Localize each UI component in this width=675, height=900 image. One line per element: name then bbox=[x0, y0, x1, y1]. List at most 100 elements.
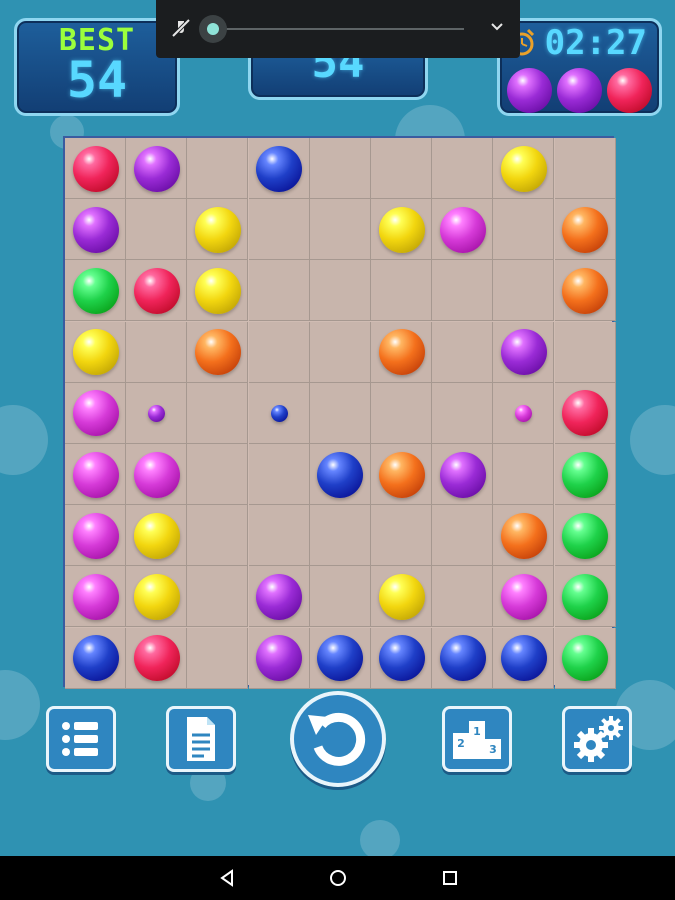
ball[interactable] bbox=[500, 145, 547, 192]
board-cell[interactable] bbox=[309, 444, 371, 505]
ball[interactable] bbox=[194, 206, 241, 253]
rules-button[interactable] bbox=[166, 706, 236, 772]
game-board[interactable] bbox=[63, 136, 616, 689]
board-cell[interactable] bbox=[126, 505, 188, 567]
board-cell[interactable] bbox=[554, 138, 616, 199]
board-cell[interactable] bbox=[493, 566, 555, 628]
board-cell[interactable] bbox=[126, 138, 188, 199]
board-cell[interactable] bbox=[126, 382, 188, 444]
board-cell[interactable] bbox=[65, 627, 126, 689]
ball[interactable] bbox=[378, 573, 425, 620]
volume-slider-track[interactable] bbox=[204, 28, 464, 30]
ball[interactable] bbox=[194, 267, 241, 314]
board-cell[interactable] bbox=[65, 260, 126, 322]
menu-button[interactable] bbox=[46, 706, 116, 772]
recents-icon[interactable] bbox=[441, 869, 459, 887]
board-cell[interactable] bbox=[554, 382, 616, 444]
volume-slider-thumb[interactable] bbox=[207, 23, 219, 35]
ball[interactable] bbox=[72, 145, 119, 192]
board-cell[interactable] bbox=[248, 505, 310, 567]
board-cell[interactable] bbox=[309, 627, 371, 689]
ball[interactable] bbox=[500, 329, 547, 376]
board-cell[interactable] bbox=[493, 260, 555, 322]
ball[interactable] bbox=[317, 635, 364, 682]
board-cell[interactable] bbox=[187, 444, 249, 505]
mute-icon[interactable] bbox=[170, 17, 192, 39]
board-cell[interactable] bbox=[432, 444, 494, 505]
board-cell[interactable] bbox=[65, 566, 126, 628]
board-cell[interactable] bbox=[432, 138, 494, 199]
ball[interactable] bbox=[439, 635, 486, 682]
board-cell[interactable] bbox=[248, 260, 310, 322]
board-cell[interactable] bbox=[187, 505, 249, 567]
board-cell[interactable] bbox=[65, 321, 126, 383]
board-cell[interactable] bbox=[65, 382, 126, 444]
board-cell[interactable] bbox=[309, 321, 371, 383]
ball[interactable] bbox=[256, 635, 303, 682]
board-cell[interactable] bbox=[248, 627, 310, 689]
board-cell[interactable] bbox=[126, 199, 188, 261]
board-cell[interactable] bbox=[371, 444, 432, 505]
board-cell[interactable] bbox=[493, 199, 555, 261]
board-cell[interactable] bbox=[126, 321, 188, 383]
ball[interactable] bbox=[72, 512, 119, 559]
back-icon[interactable] bbox=[218, 869, 236, 887]
ball[interactable] bbox=[72, 451, 119, 498]
ball[interactable] bbox=[562, 451, 609, 498]
board-cell[interactable] bbox=[248, 566, 310, 628]
ball[interactable] bbox=[562, 267, 609, 314]
board-cell[interactable] bbox=[187, 566, 249, 628]
board-cell[interactable] bbox=[187, 382, 249, 444]
ball[interactable] bbox=[133, 145, 180, 192]
ball[interactable] bbox=[562, 635, 609, 682]
board-cell[interactable] bbox=[309, 382, 371, 444]
ball[interactable] bbox=[500, 512, 547, 559]
board-cell[interactable] bbox=[126, 260, 188, 322]
board-cell[interactable] bbox=[187, 321, 249, 383]
board-cell[interactable] bbox=[554, 627, 616, 689]
ball[interactable] bbox=[378, 451, 425, 498]
board-cell[interactable] bbox=[126, 444, 188, 505]
board-cell[interactable] bbox=[248, 138, 310, 199]
board-cell[interactable] bbox=[248, 199, 310, 261]
board-cell[interactable] bbox=[554, 321, 616, 383]
board-cell[interactable] bbox=[493, 627, 555, 689]
ball[interactable] bbox=[256, 573, 303, 620]
ball[interactable] bbox=[133, 635, 180, 682]
board-cell[interactable] bbox=[248, 444, 310, 505]
board-cell[interactable] bbox=[493, 382, 555, 444]
ball[interactable] bbox=[133, 451, 180, 498]
ball[interactable] bbox=[562, 390, 609, 437]
board-cell[interactable] bbox=[309, 260, 371, 322]
ball[interactable] bbox=[378, 329, 425, 376]
board-cell[interactable] bbox=[371, 382, 432, 444]
settings-button[interactable] bbox=[562, 706, 632, 772]
board-cell[interactable] bbox=[371, 321, 432, 383]
board-cell[interactable] bbox=[432, 627, 494, 689]
board-cell[interactable] bbox=[554, 199, 616, 261]
board-cell[interactable] bbox=[309, 505, 371, 567]
ball[interactable] bbox=[500, 635, 547, 682]
board-cell[interactable] bbox=[187, 260, 249, 322]
ball[interactable] bbox=[562, 206, 609, 253]
board-cell[interactable] bbox=[432, 260, 494, 322]
board-cell[interactable] bbox=[554, 260, 616, 322]
ball[interactable] bbox=[439, 451, 486, 498]
ball[interactable] bbox=[72, 390, 119, 437]
ball[interactable] bbox=[378, 206, 425, 253]
board-cell[interactable] bbox=[309, 138, 371, 199]
ball[interactable] bbox=[439, 206, 486, 253]
board-cell[interactable] bbox=[309, 199, 371, 261]
ball[interactable] bbox=[500, 573, 547, 620]
board-cell[interactable] bbox=[126, 566, 188, 628]
board-cell[interactable] bbox=[126, 627, 188, 689]
board-cell[interactable] bbox=[554, 444, 616, 505]
board-cell[interactable] bbox=[493, 138, 555, 199]
ball[interactable] bbox=[133, 267, 180, 314]
board-cell[interactable] bbox=[371, 199, 432, 261]
ball[interactable] bbox=[72, 635, 119, 682]
ball[interactable] bbox=[72, 206, 119, 253]
board-cell[interactable] bbox=[248, 321, 310, 383]
board-cell[interactable] bbox=[371, 566, 432, 628]
board-cell[interactable] bbox=[432, 566, 494, 628]
